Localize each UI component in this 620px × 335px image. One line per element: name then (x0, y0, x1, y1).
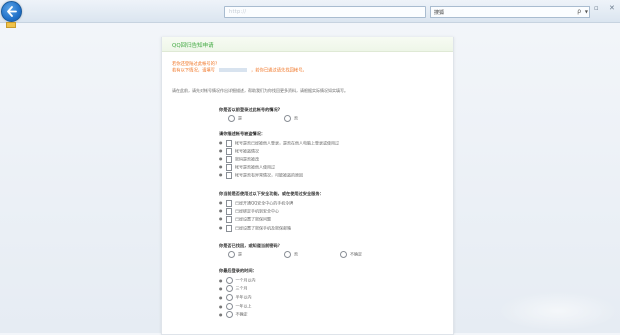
radio-button[interactable] (225, 277, 233, 284)
q2-option-1[interactable]: ● 帐号是否已经被他人登录，是否在他人电脑上登录或使用过 (219, 140, 339, 147)
q5-option-2[interactable]: ● 三个月 (219, 285, 248, 292)
question-4: 你是否已找回，或知道当前密码？ (219, 243, 282, 248)
page-title: QQ回归告知申请 (172, 43, 214, 49)
back-button[interactable] (1, 1, 22, 22)
q5-option-3[interactable]: ● 半年以内 (219, 294, 252, 301)
back-arrow-icon (7, 6, 17, 17)
checkbox[interactable] (225, 200, 232, 207)
radio-button[interactable] (225, 311, 233, 318)
search-engine-label: 搜狐 (434, 10, 445, 16)
favorites-icon[interactable] (6, 22, 16, 28)
form-header: QQ回归告知申请 (162, 37, 453, 52)
radio-button[interactable] (225, 303, 233, 310)
q1-option-no[interactable]: 否 (284, 115, 298, 122)
radio-button[interactable] (340, 251, 347, 258)
q2-option-4[interactable]: ● 帐号是否被他人使用过 (219, 164, 275, 171)
radio-button[interactable] (225, 285, 233, 292)
q4-option-2[interactable]: 否 (284, 251, 298, 258)
checkbox[interactable] (225, 148, 232, 155)
q3-option-3[interactable]: ● 已经设置了密保问题 (219, 216, 271, 223)
q5-option-1[interactable]: ● 一个月以内 (219, 277, 256, 284)
notice-line-2: 若有以下情况，请填写 ，若你已通过请先找回帐号。 (172, 68, 307, 74)
q4-option-3[interactable]: 不确定 (340, 251, 362, 258)
q5-option-5[interactable]: ● 不确定 (219, 311, 248, 318)
checkbox[interactable] (225, 156, 232, 163)
q2-option-3[interactable]: ● 密码是否被改 (219, 156, 259, 163)
notice-text: 若你还登陆过此帐号的? 若有以下情况，请填写 ，若你已通过请先找回帐号。 (172, 62, 307, 75)
radio-button[interactable] (228, 251, 235, 258)
radio-button[interactable] (225, 294, 233, 301)
checkbox[interactable] (225, 208, 232, 215)
address-bar[interactable]: http:// (224, 6, 426, 18)
question-1: 你是否以前登录过此帐号的情况? (219, 107, 281, 112)
address-text: http:// (229, 9, 247, 15)
checkbox[interactable] (225, 140, 232, 147)
watermark (498, 291, 618, 331)
q2-option-5[interactable]: ● 帐号是否有异常情况，可能被盗的原因 (219, 172, 303, 179)
redacted-text (218, 68, 247, 72)
question-3: 你当前是否使用过以下安全功能，或在使用过安全服务： (219, 191, 324, 196)
window-controls[interactable]: ▫ ✕ (594, 4, 619, 12)
intro-text: 请在此前，请先对帐号情况作出详细描述，帮助我们为你找回更多资料，请根据实际情况如… (172, 88, 348, 93)
radio-button[interactable] (228, 115, 235, 122)
radio-button[interactable] (284, 251, 291, 258)
q3-option-1[interactable]: ● 已经开通QQ安全中心的手机令牌 (219, 200, 293, 207)
radio-button[interactable] (284, 115, 291, 122)
q3-option-2[interactable]: ● 已经绑定手机到安全中心 (219, 208, 279, 215)
chevron-down-icon[interactable]: ▼ (585, 9, 588, 14)
browser-toolbar: http:// 搜狐 ρ ▼ ▫ ✕ (0, 0, 620, 23)
checkbox[interactable] (225, 172, 232, 179)
q3-option-4[interactable]: ● 已经设置了密保手机及密保邮箱 (219, 225, 291, 232)
checkbox[interactable] (225, 225, 232, 232)
search-box[interactable]: 搜狐 ρ ▼ (430, 6, 590, 18)
checkbox[interactable] (225, 164, 232, 171)
q4-option-1[interactable]: 是 (228, 251, 242, 258)
q5-option-4[interactable]: ● 一年以上 (219, 303, 252, 310)
question-2: 请你描述帐号被盗情况： (219, 131, 266, 136)
form-card (161, 37, 454, 335)
search-icon[interactable]: ρ (577, 8, 581, 15)
question-5: 你最后登录的时间： (219, 268, 257, 273)
q2-option-2[interactable]: ● 帐号被盗情况 (219, 148, 259, 155)
checkbox[interactable] (225, 216, 232, 223)
q1-option-yes[interactable]: 是 (228, 115, 242, 122)
